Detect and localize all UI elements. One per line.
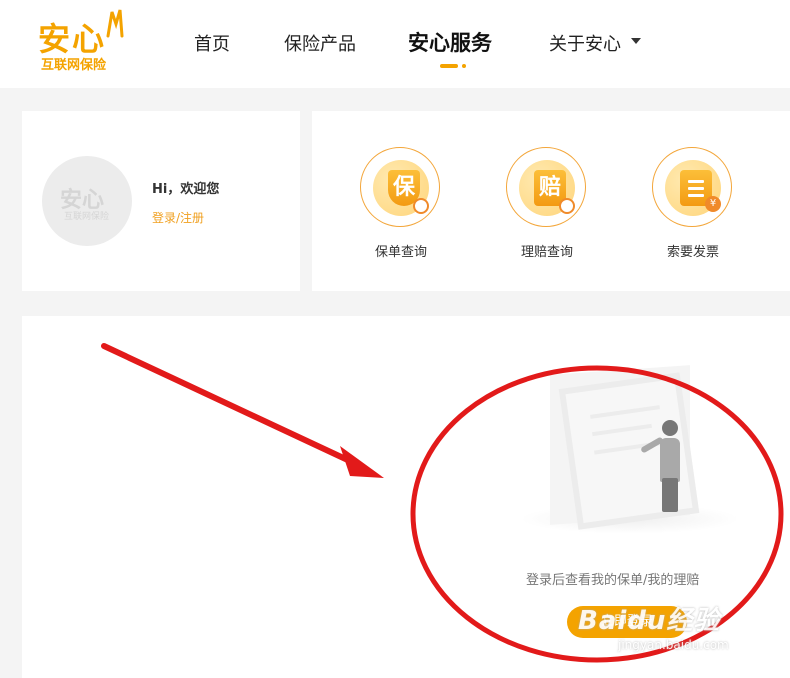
nav-services[interactable]: 安心服务 [408,27,492,57]
services-card: 保 保单查询 赔 理赔查询 ¥ 索要发票 [312,111,790,291]
service-policy-query[interactable]: 保 保单查询 [346,147,456,267]
nav-products[interactable]: 保险产品 [284,30,356,56]
logo-sub-text: 互联网保险 [41,58,107,73]
active-nav-indicator-dot [462,64,466,68]
avatar[interactable]: 安心 互联网保险 [42,156,132,246]
login-register-link[interactable]: 登录/注册 [152,209,204,226]
service-invoice-request[interactable]: ¥ 索要发票 [638,147,748,267]
service-label: 理赔查询 [520,245,573,260]
service-claim-query[interactable]: 赔 理赔查询 [492,147,602,267]
anxin-logo[interactable]: 安心 互联网保险 [38,8,128,74]
active-nav-indicator [440,64,458,68]
greeting-text: Hi，欢迎您 [152,182,220,197]
invoice-clipboard-icon: ¥ [652,147,732,227]
empty-state-message: 登录后查看我的保单/我的理赔 [526,573,700,588]
avatar-logo-subtext: 互联网保险 [64,212,110,222]
watermark-main: Baidu经验 [578,606,721,636]
nav-home[interactable]: 首页 [194,30,230,56]
empty-state-illustration [520,365,740,534]
policy-shield-icon: 保 [360,147,440,227]
watermark-sub: jingyan.baidu.com [618,638,729,652]
baidu-watermark: Baidu经验 jingyan.baidu.com [578,600,729,652]
claim-clipboard-icon: 赔 [506,147,586,227]
chevron-down-icon[interactable] [631,38,641,44]
logo-ears-icon [106,9,124,38]
service-label: 保单查询 [374,245,427,260]
user-card: 安心 互联网保险 Hi，欢迎您 登录/注册 [22,111,300,291]
top-header: 安心 互联网保险 首页 保险产品 安心服务 关于安心 [0,0,790,88]
service-label: 索要发票 [666,245,719,260]
nav-about[interactable]: 关于安心 [549,30,621,56]
